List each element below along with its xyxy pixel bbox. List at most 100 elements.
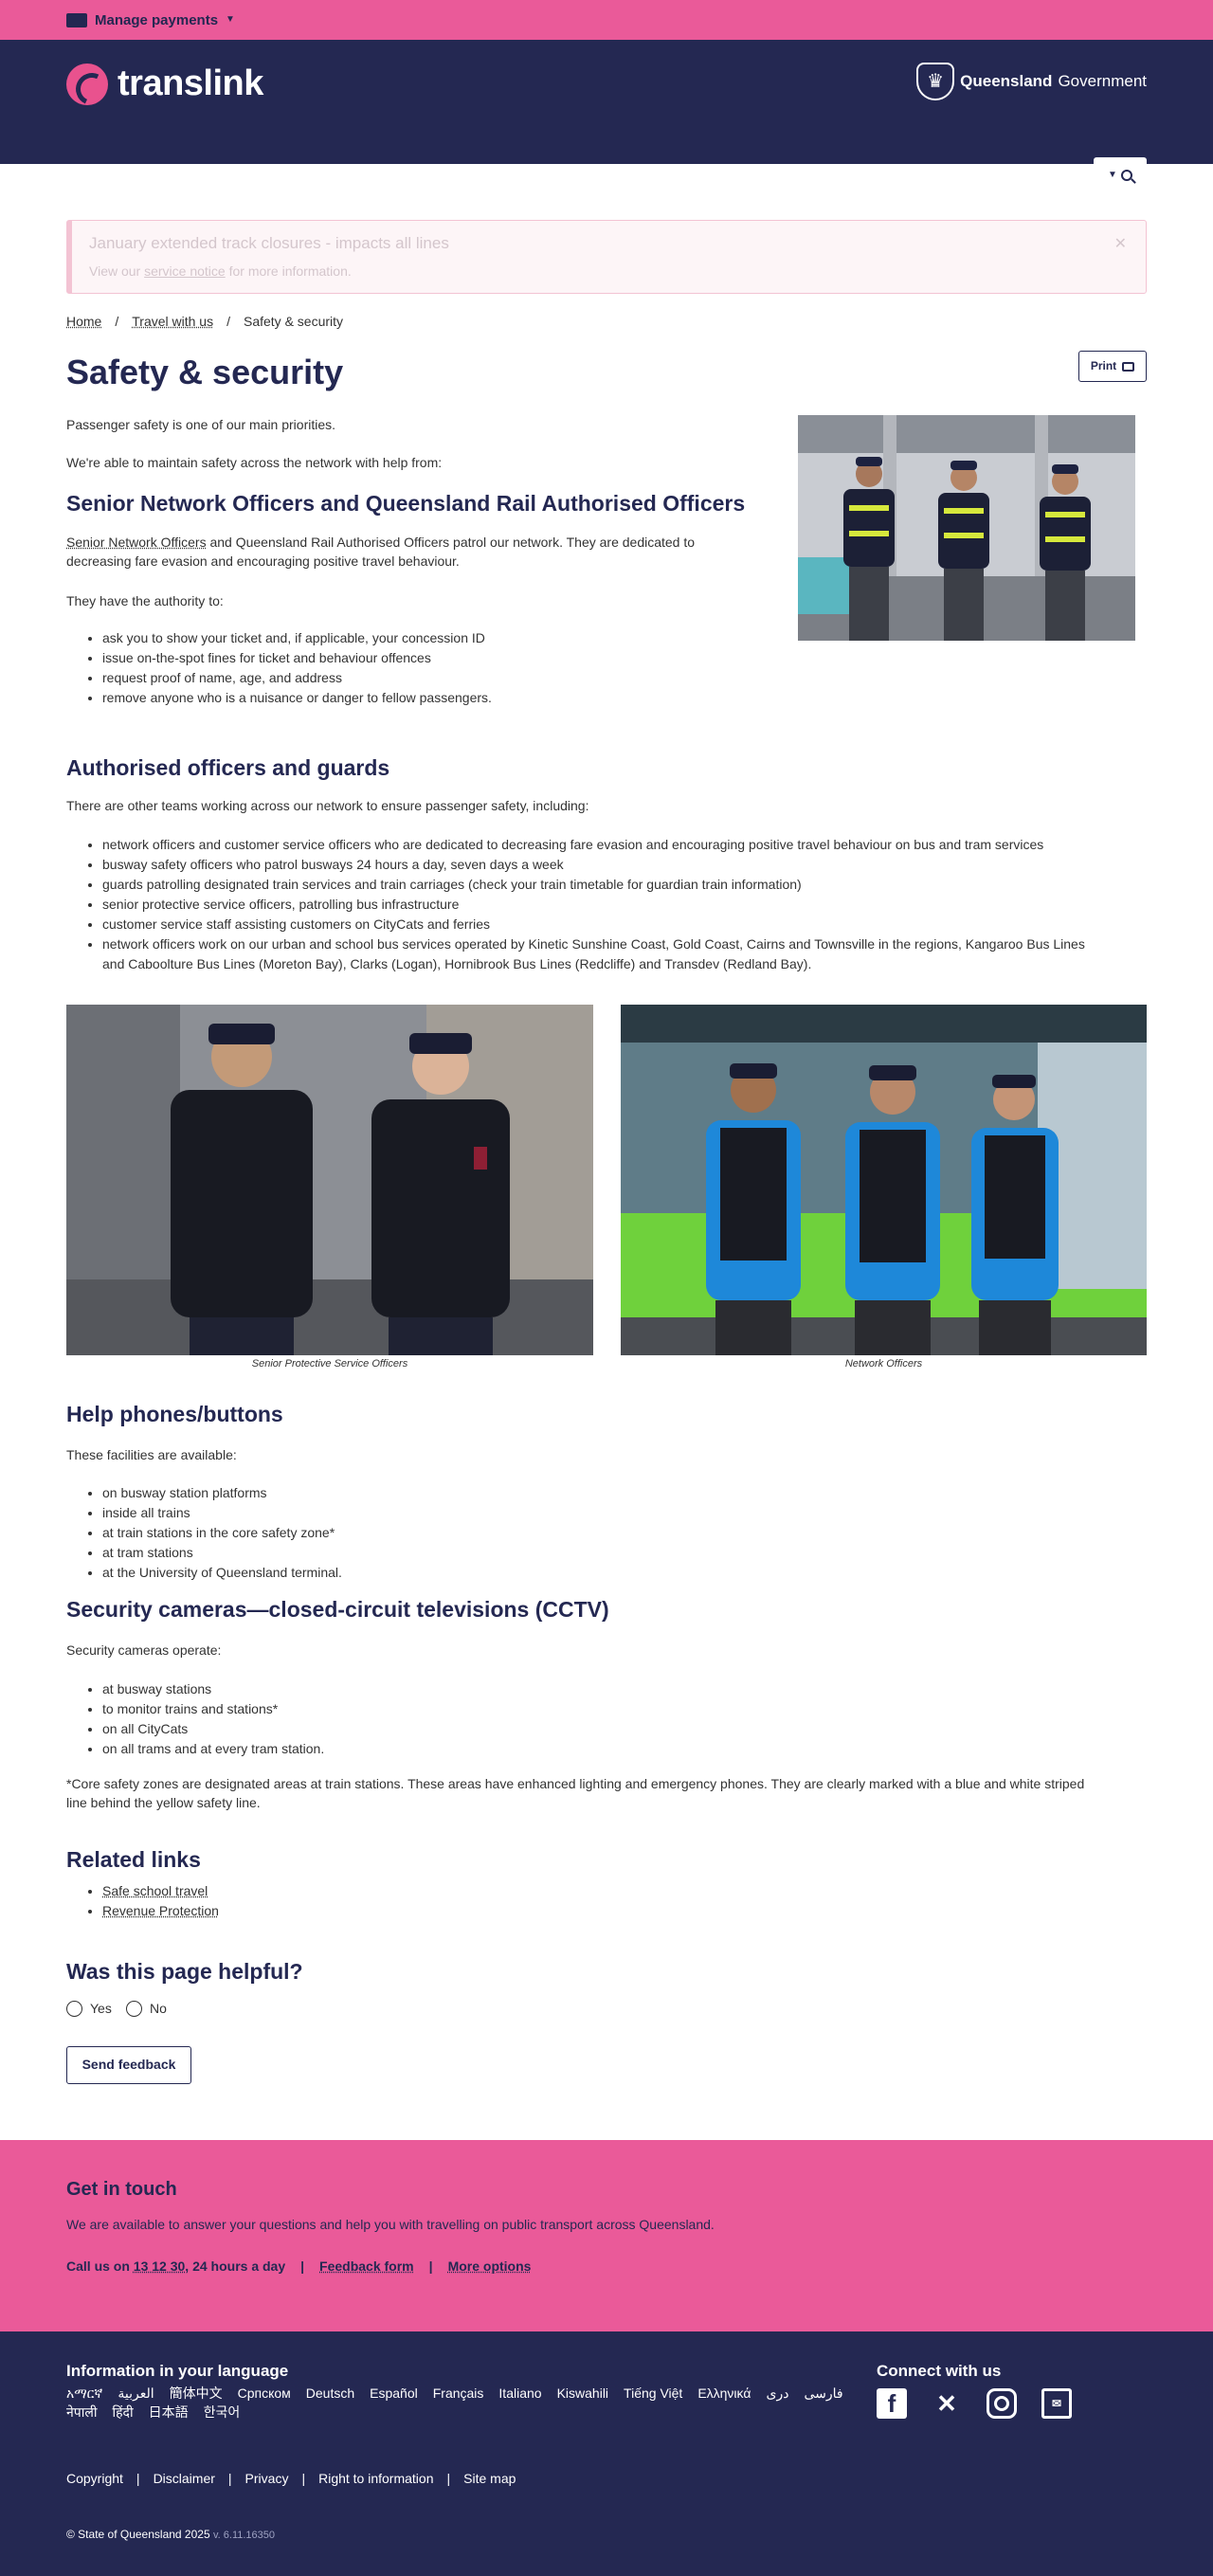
nav-about[interactable]: About Translink ▼ — [725, 166, 846, 186]
radio-circle[interactable] — [66, 2001, 82, 2018]
nav-label: Plan your journey — [130, 168, 251, 184]
call-us: Call us on 13 12 30, 24 hours a day — [66, 2258, 285, 2277]
language-link[interactable]: አማርኛ — [66, 2385, 102, 2404]
chevron-down-icon: ▼ — [837, 171, 846, 181]
breadcrumb-home[interactable]: Home — [66, 313, 101, 332]
related-link-revenue[interactable]: Revenue Protection — [102, 1903, 219, 1918]
language-link[interactable]: Español — [370, 2385, 418, 2404]
crest-icon: ♛ — [916, 63, 955, 100]
chevron-down-icon: ▼ — [987, 171, 997, 181]
language-link[interactable]: Tiếng Việt — [624, 2385, 682, 2404]
language-link[interactable]: नेपाली — [66, 2404, 97, 2422]
footer-link-privacy[interactable]: Privacy — [245, 2470, 289, 2489]
nav-label: News and media — [870, 168, 983, 184]
phone-link[interactable]: 13 12 30 — [134, 2259, 186, 2274]
related-link-safe-school[interactable]: Safe school travel — [102, 1883, 208, 1898]
more-options-link[interactable]: More options — [448, 2258, 532, 2277]
language-link[interactable]: Ελληνικά — [697, 2385, 751, 2404]
manage-payments-dropdown[interactable]: Manage payments ▼ — [66, 10, 235, 30]
nav-plan-journey[interactable]: Plan your journey ▼ — [131, 166, 265, 186]
authority-text: They have the authority to: — [66, 593, 224, 608]
radio-yes[interactable]: Yes — [66, 2000, 112, 2019]
chevron-down-icon: ▼ — [226, 14, 235, 25]
call-pre: Call us on — [66, 2259, 130, 2274]
main-nav: Home Plan your journey ▼ Service updates ▼… — [66, 166, 996, 186]
logo-text: translink — [118, 63, 263, 103]
officers-photo — [798, 415, 1135, 641]
network-officers-photo — [621, 1005, 1147, 1355]
separator: | — [136, 2471, 140, 2486]
social-links: f ✕ ✉ — [877, 2388, 1072, 2419]
language-link[interactable]: हिंदी — [112, 2404, 133, 2422]
nav-news-media[interactable]: News and media ▼ — [871, 166, 996, 186]
nav-home[interactable]: Home — [66, 166, 106, 186]
chevron-down-icon: ▼ — [691, 171, 700, 181]
list-item: senior protective service officers, patr… — [102, 896, 1154, 916]
heading-help-phones: Help phones/buttons — [66, 1402, 283, 1426]
separator: | — [428, 2259, 433, 2274]
language-link[interactable]: Deutsch — [306, 2385, 354, 2404]
search-icon — [1120, 170, 1132, 181]
copyright-line: © State of Queensland 2025 v. 6.11.16350 — [66, 2527, 275, 2543]
language-link[interactable]: دری — [766, 2385, 788, 2404]
nav-service-updates[interactable]: Service updates ▼ — [289, 166, 412, 186]
search-button[interactable]: ▼ — [1094, 157, 1147, 193]
language-link[interactable]: العربية — [118, 2385, 154, 2404]
language-link[interactable]: Kiswahili — [557, 2385, 608, 2404]
radio-no[interactable]: No — [126, 2000, 167, 2019]
alert-text-pre: View our — [89, 263, 141, 279]
nav-label: Travel with us — [437, 168, 532, 184]
alert-title[interactable]: January extended track closures - impact… — [89, 232, 1129, 255]
language-link[interactable]: Italiano — [498, 2385, 541, 2404]
breadcrumb-travel[interactable]: Travel with us — [132, 313, 213, 332]
heading-senior-network-officers: Senior Network Officers and Queensland R… — [66, 491, 746, 516]
print-button[interactable]: Print — [1078, 351, 1147, 382]
footer-link-rti[interactable]: Right to information — [318, 2470, 433, 2489]
radio-circle[interactable] — [126, 2001, 142, 2018]
close-icon[interactable]: ✕ — [1114, 234, 1127, 255]
language-link[interactable]: 簡体中文 — [170, 2385, 223, 2404]
feedback-form-link[interactable]: Feedback form — [319, 2258, 414, 2277]
get-in-touch-title: Get in touch — [66, 2179, 177, 2200]
photo-caption: Senior Protective Service Officers — [251, 1358, 408, 1370]
gov-bold: Queensland — [960, 72, 1053, 91]
footer-link-sitemap[interactable]: Site map — [463, 2470, 516, 2489]
email-icon[interactable]: ✉ — [1041, 2388, 1072, 2419]
sno-link[interactable]: Senior Network Officers — [66, 535, 207, 550]
list-item: at the University of Queensland terminal… — [102, 1564, 342, 1584]
language-link[interactable]: 한국어 — [204, 2404, 241, 2422]
separator: | — [227, 2471, 232, 2486]
list-item: request proof of name, age, and address — [102, 669, 492, 689]
nav-tickets-fares[interactable]: Tickets and fares ▼ — [570, 166, 699, 186]
x-icon[interactable]: ✕ — [932, 2388, 962, 2419]
send-feedback-button[interactable]: Send feedback — [66, 2046, 191, 2084]
footer-link-copyright[interactable]: Copyright — [66, 2470, 123, 2489]
footer-link-disclaimer[interactable]: Disclaimer — [154, 2470, 215, 2489]
facebook-icon[interactable]: f — [877, 2388, 907, 2419]
list-item: inside all trains — [102, 1504, 342, 1524]
language-link[interactable]: Français — [433, 2385, 484, 2404]
language-link[interactable]: فارسی — [804, 2385, 842, 2404]
manage-payments-label: Manage payments — [95, 11, 219, 28]
list-item: at tram stations — [102, 1544, 342, 1564]
chevron-down-icon: ▼ — [1108, 170, 1117, 180]
contact-links: Call us on 13 12 30, 24 hours a day | Fe… — [66, 2258, 531, 2277]
separator: | — [301, 2471, 306, 2486]
translink-logo-icon — [66, 63, 108, 105]
heading-authorised-officers: Authorised officers and guards — [66, 755, 390, 780]
translink-logo[interactable]: translink — [66, 59, 263, 109]
chevron-down-icon: ▼ — [256, 171, 265, 181]
footnote-line-1: *Core safety zones are designated areas … — [66, 1776, 1085, 1791]
footer-links: Copyright | Disclaimer | Privacy | Right… — [66, 2470, 516, 2489]
language-link[interactable]: 日本語 — [149, 2404, 189, 2422]
help-intro: These facilities are available: — [66, 1447, 237, 1462]
alert-link[interactable]: service notice — [144, 263, 226, 279]
footnote: *Core safety zones are designated areas … — [66, 1775, 1147, 1812]
breadcrumb-separator: / — [115, 314, 119, 329]
heading-helpful: Was this page helpful? — [66, 1959, 303, 1984]
radio-no-label: No — [150, 2001, 167, 2016]
instagram-icon[interactable] — [987, 2388, 1017, 2419]
language-link[interactable]: Српском — [238, 2385, 291, 2404]
queensland-government-logo[interactable]: ♛ Queensland Government — [916, 63, 1147, 100]
nav-travel-with-us[interactable]: Travel with us ▼ — [437, 166, 545, 186]
